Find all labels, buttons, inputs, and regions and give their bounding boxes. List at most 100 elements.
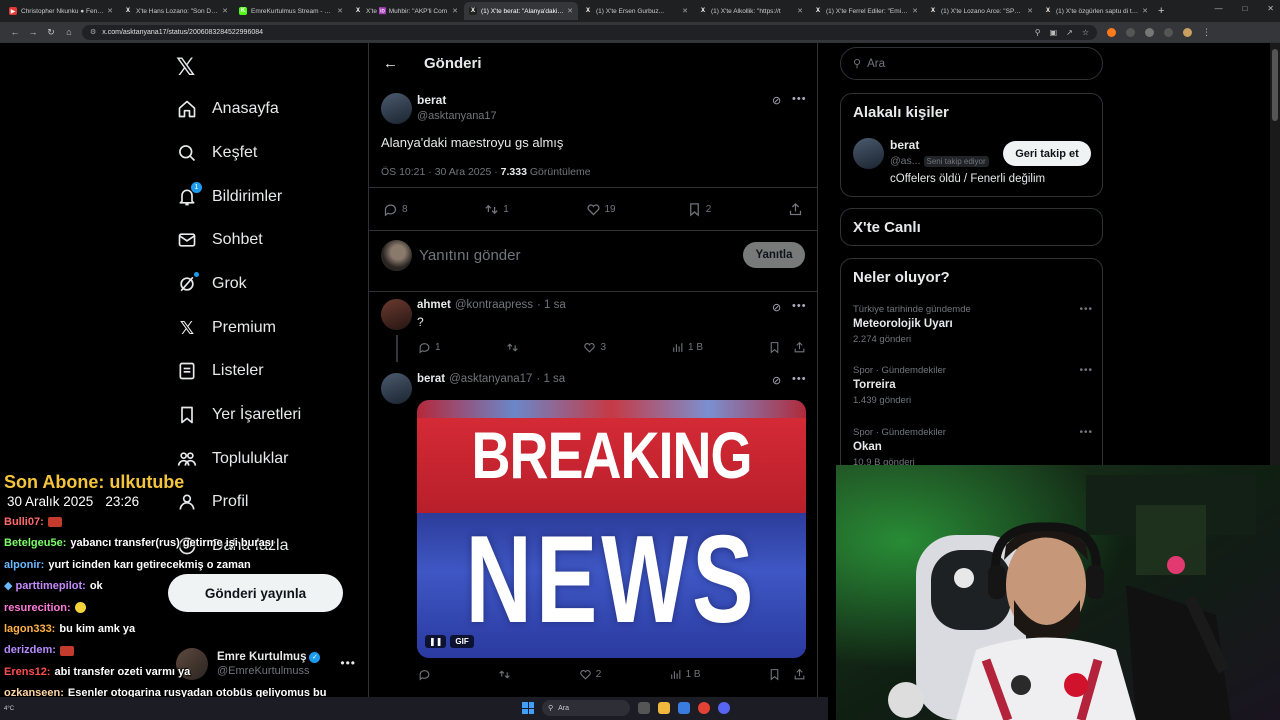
- nav-explore[interactable]: Keşfet: [176, 138, 257, 168]
- browser-tab[interactable]: ▶ Christopher Nkunku ● Fenerb ✕: [4, 2, 118, 20]
- author-handle[interactable]: @kontraapress: [455, 299, 533, 311]
- grok-icon[interactable]: ⊘: [772, 94, 781, 107]
- trend-item[interactable]: Türkiye tarihinde gündemde Meteorolojik …: [853, 304, 1093, 345]
- nav-notifications[interactable]: 1 Bildirimler: [176, 182, 282, 212]
- avatar[interactable]: [853, 138, 884, 169]
- discord-icon[interactable]: [718, 702, 730, 714]
- more-icon[interactable]: •••: [1079, 427, 1093, 438]
- tab-close-icon[interactable]: ✕: [107, 7, 113, 15]
- nav-bookmarks[interactable]: Yer İşaretleri: [176, 400, 301, 430]
- nav-chat[interactable]: Sohbet: [176, 225, 263, 255]
- repost-button[interactable]: [498, 668, 511, 681]
- grok-icon[interactable]: ⊘: [772, 374, 781, 387]
- nav-home[interactable]: Anasayfa: [176, 94, 279, 124]
- more-icon[interactable]: •••: [792, 373, 807, 385]
- browser-tab[interactable]: X (1) X'te Alkollik: "https://t ✕: [694, 2, 808, 20]
- nav-grok[interactable]: Grok: [176, 269, 247, 299]
- tab-close-icon[interactable]: ✕: [1027, 7, 1033, 15]
- file-explorer-icon[interactable]: [658, 702, 670, 714]
- browser-tab[interactable]: X (1) X'te Ferrel Ediler: "Emir Be ✕: [809, 2, 923, 20]
- nav-premium[interactable]: 𝕏 Premium: [176, 313, 276, 343]
- bookmark-icon[interactable]: [768, 668, 781, 681]
- suggested-user[interactable]: berat @as... Seni takip ediyor: [853, 138, 989, 169]
- new-tab-button[interactable]: +: [1158, 5, 1164, 17]
- site-info-icon[interactable]: ⚙: [90, 28, 96, 36]
- live-card[interactable]: X'te Canlı: [840, 208, 1103, 246]
- task-view-icon[interactable]: [638, 702, 650, 714]
- gif-media[interactable]: BREAKING NEWS ❚❚ GIF: [417, 400, 806, 658]
- menu-icon[interactable]: ⋮: [1202, 27, 1211, 38]
- cast-icon[interactable]: ▣: [1050, 28, 1058, 37]
- browser-tab[interactable]: X X'te 🆔 Muhbir: "AKP'li Com ✕: [349, 2, 463, 20]
- post-author[interactable]: berat @asktanyana17: [381, 93, 497, 124]
- puzzle-icon[interactable]: [1145, 27, 1154, 37]
- avatar[interactable]: [381, 93, 412, 124]
- reload-icon[interactable]: ↻: [42, 27, 60, 38]
- browser-tab[interactable]: X (1) X'te Ersen Gurbuz... ✕: [579, 2, 693, 20]
- tab-close-icon[interactable]: ✕: [452, 7, 458, 15]
- reply-submit-button[interactable]: Yanıtla: [743, 242, 805, 268]
- extension-icon[interactable]: [1107, 27, 1116, 37]
- like-button[interactable]: 2: [579, 668, 601, 681]
- sidebar-icon[interactable]: [1164, 27, 1173, 37]
- store-icon[interactable]: [678, 702, 690, 714]
- url-input[interactable]: ⚙ x.com/asktanyana17/status/200608328452…: [82, 24, 1097, 40]
- tab-close-icon[interactable]: ✕: [912, 7, 918, 15]
- follow-back-button[interactable]: Geri takip et: [1003, 141, 1091, 166]
- scrollbar[interactable]: [1270, 43, 1280, 465]
- maximize-icon[interactable]: □: [1242, 4, 1247, 13]
- star-icon[interactable]: ☆: [1082, 28, 1089, 37]
- tab-close-icon[interactable]: ✕: [222, 7, 228, 15]
- views-button[interactable]: 1 B: [669, 668, 701, 681]
- avatar[interactable]: [381, 373, 412, 404]
- trend-item[interactable]: Spor · Gündemdekiler Torreira 1.439 gönd…: [853, 365, 1093, 406]
- like-button[interactable]: 3: [583, 341, 606, 354]
- home-icon[interactable]: ⌂: [60, 27, 78, 37]
- nav-communities[interactable]: Topluluklar: [176, 444, 288, 474]
- zoom-icon[interactable]: ⚲: [1035, 28, 1041, 37]
- browser-tab[interactable]: X (1) X'te berat: "Alanya'daki ma ✕: [464, 2, 578, 20]
- repost-button[interactable]: 1: [484, 202, 585, 217]
- extension-icon[interactable]: [1126, 27, 1135, 37]
- share-icon[interactable]: [793, 341, 806, 354]
- nav-lists[interactable]: Listeler: [176, 356, 264, 386]
- tab-close-icon[interactable]: ✕: [567, 7, 573, 15]
- windows-start-icon[interactable]: [522, 702, 534, 714]
- tab-close-icon[interactable]: ✕: [337, 7, 343, 15]
- more-icon[interactable]: •••: [792, 93, 807, 105]
- author-name[interactable]: ahmet: [417, 299, 451, 311]
- x-logo-icon[interactable]: 𝕏: [176, 53, 195, 81]
- search-input[interactable]: ⚲ Ara: [840, 47, 1103, 80]
- repost-button[interactable]: [506, 341, 519, 354]
- tab-close-icon[interactable]: ✕: [797, 7, 803, 15]
- taskbar-search[interactable]: ⚲ Ara: [542, 700, 630, 716]
- share-button[interactable]: [788, 202, 803, 217]
- more-icon[interactable]: •••: [792, 300, 807, 312]
- tab-close-icon[interactable]: ✕: [1142, 7, 1148, 15]
- reply-button[interactable]: [418, 668, 431, 681]
- reply-item[interactable]: ahmet @kontraapress · 1 sa ?: [381, 299, 805, 330]
- more-icon[interactable]: •••: [1079, 365, 1093, 376]
- avatar[interactable]: [1183, 27, 1192, 37]
- reply-button[interactable]: 8: [383, 202, 484, 217]
- avatar[interactable]: [381, 299, 412, 330]
- close-icon[interactable]: ✕: [1267, 4, 1274, 13]
- browser-tab[interactable]: K EmreKurtulmus Stream - Wat ✕: [234, 2, 348, 20]
- back-icon[interactable]: ←: [6, 27, 24, 37]
- minimize-icon[interactable]: —: [1214, 4, 1222, 13]
- browser-tab[interactable]: X X'te Hans Lozano: "Son Dakika ✕: [119, 2, 233, 20]
- like-button[interactable]: 19: [586, 202, 687, 217]
- reply-button[interactable]: 1: [418, 341, 441, 354]
- back-arrow-icon[interactable]: ←: [383, 55, 403, 72]
- author-handle[interactable]: @asktanyana17: [449, 373, 532, 385]
- chrome-icon[interactable]: [698, 702, 710, 714]
- forward-icon[interactable]: →: [24, 27, 42, 37]
- bookmark-icon[interactable]: [768, 341, 781, 354]
- share-icon[interactable]: ↗: [1066, 28, 1073, 37]
- more-icon[interactable]: •••: [1079, 304, 1093, 315]
- browser-tab[interactable]: X (1) X'te özgürlen saptu di tabi ✕: [1039, 2, 1153, 20]
- trend-item[interactable]: Spor · Gündemdekiler Okan 10,9 B gönderi…: [853, 427, 1093, 468]
- share-icon[interactable]: [793, 668, 806, 681]
- weather-widget[interactable]: 4°C: [4, 706, 14, 712]
- bookmark-button[interactable]: 2: [687, 202, 788, 217]
